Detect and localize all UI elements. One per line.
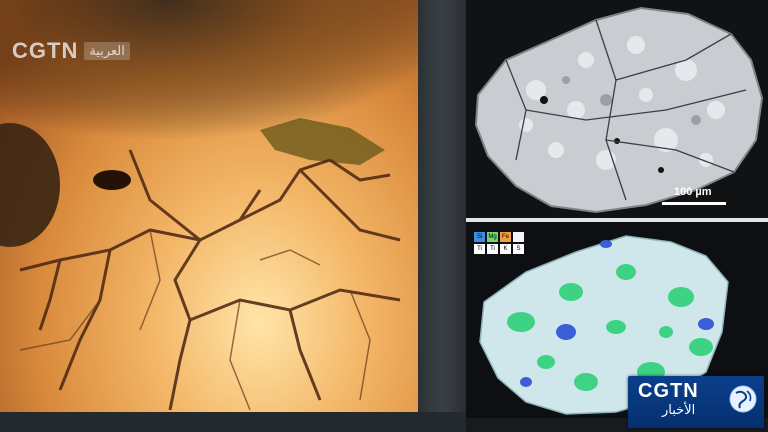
logo-arabic: الأخبار — [662, 403, 696, 418]
dark-inclusion — [93, 170, 131, 190]
sem-backscatter-image: 100 µm — [466, 0, 768, 218]
scale-bar-label: 100 µm — [674, 186, 712, 198]
legend-cell: Ti — [474, 244, 485, 254]
sem-image-drawing — [474, 6, 764, 214]
legend-cell — [513, 232, 524, 242]
scale-bar — [662, 202, 726, 205]
legend-cell: Mg — [487, 232, 498, 242]
watermark-brand: CGTN — [12, 38, 79, 63]
globe-icon — [729, 385, 757, 413]
monitor-bezel — [418, 0, 466, 432]
cgtn-arabic-watermark: CGTN العربية — [12, 38, 130, 64]
legend-cell: Si — [474, 232, 485, 242]
monitor-bottom-bezel — [0, 412, 466, 432]
watermark-arabic: العربية — [84, 42, 130, 60]
legend-cell: Ti — [487, 244, 498, 254]
logo-brand: CGTN — [638, 380, 699, 402]
legend-cell: K — [500, 244, 511, 254]
legend-cell: S — [513, 244, 524, 254]
screen-photo: 100 µm Si Mg Fe Ti Ti K S CGTN العربية C… — [0, 0, 768, 432]
dark-top-region — [0, 0, 418, 200]
element-legend: Si Mg Fe Ti Ti K S — [474, 232, 524, 254]
legend-cell: Fe — [500, 232, 511, 242]
cgtn-news-logo: CGTN الأخبار — [628, 376, 764, 428]
